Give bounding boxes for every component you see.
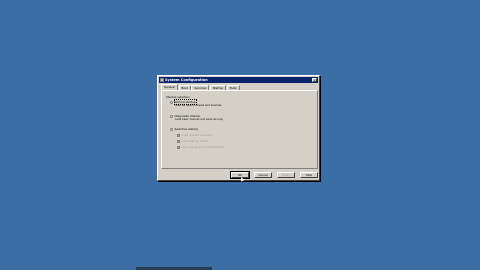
cancel-button[interactable]: Cancel [254, 172, 272, 178]
radio-icon[interactable] [170, 127, 173, 131]
option-selective-startup[interactable]: Selective startup [170, 127, 198, 131]
option-description: Load all device drivers and services [175, 104, 222, 107]
checkbox-original-boot-config[interactable]: ✓ Use original boot configuration [177, 145, 225, 149]
checkbox-load-startup-items[interactable]: ✓ Load startup items [177, 139, 208, 143]
radio-icon[interactable] [170, 114, 173, 118]
window-controls: × [312, 78, 317, 82]
general-panel: Startup selection Normal startup Load al… [161, 90, 318, 169]
checkbox-label: Use original boot configuration [181, 145, 225, 149]
startup-selection-label: Startup selection [166, 95, 190, 99]
system-configuration-dialog: System Configuration × General Boot Serv… [157, 75, 320, 181]
checkbox-load-system-services[interactable]: ✓ Load system services [177, 133, 212, 137]
checkbox-label: Load startup items [181, 139, 208, 143]
apply-button[interactable]: Apply [277, 172, 295, 178]
app-icon [160, 78, 164, 82]
window-title: System Configuration [165, 78, 208, 82]
option-description: Load basic devices and services only [175, 118, 223, 121]
option-label: Selective startup [174, 127, 199, 131]
checkbox-icon[interactable]: ✓ [177, 145, 180, 149]
help-button[interactable]: Help [300, 172, 318, 178]
title-bar[interactable]: System Configuration × [159, 77, 318, 83]
checkbox-icon[interactable]: ✓ [177, 133, 180, 137]
close-button[interactable]: × [312, 78, 317, 82]
checkbox-icon[interactable]: ✓ [177, 139, 180, 143]
radio-icon[interactable] [170, 100, 173, 104]
checkbox-label: Load system services [181, 133, 212, 137]
